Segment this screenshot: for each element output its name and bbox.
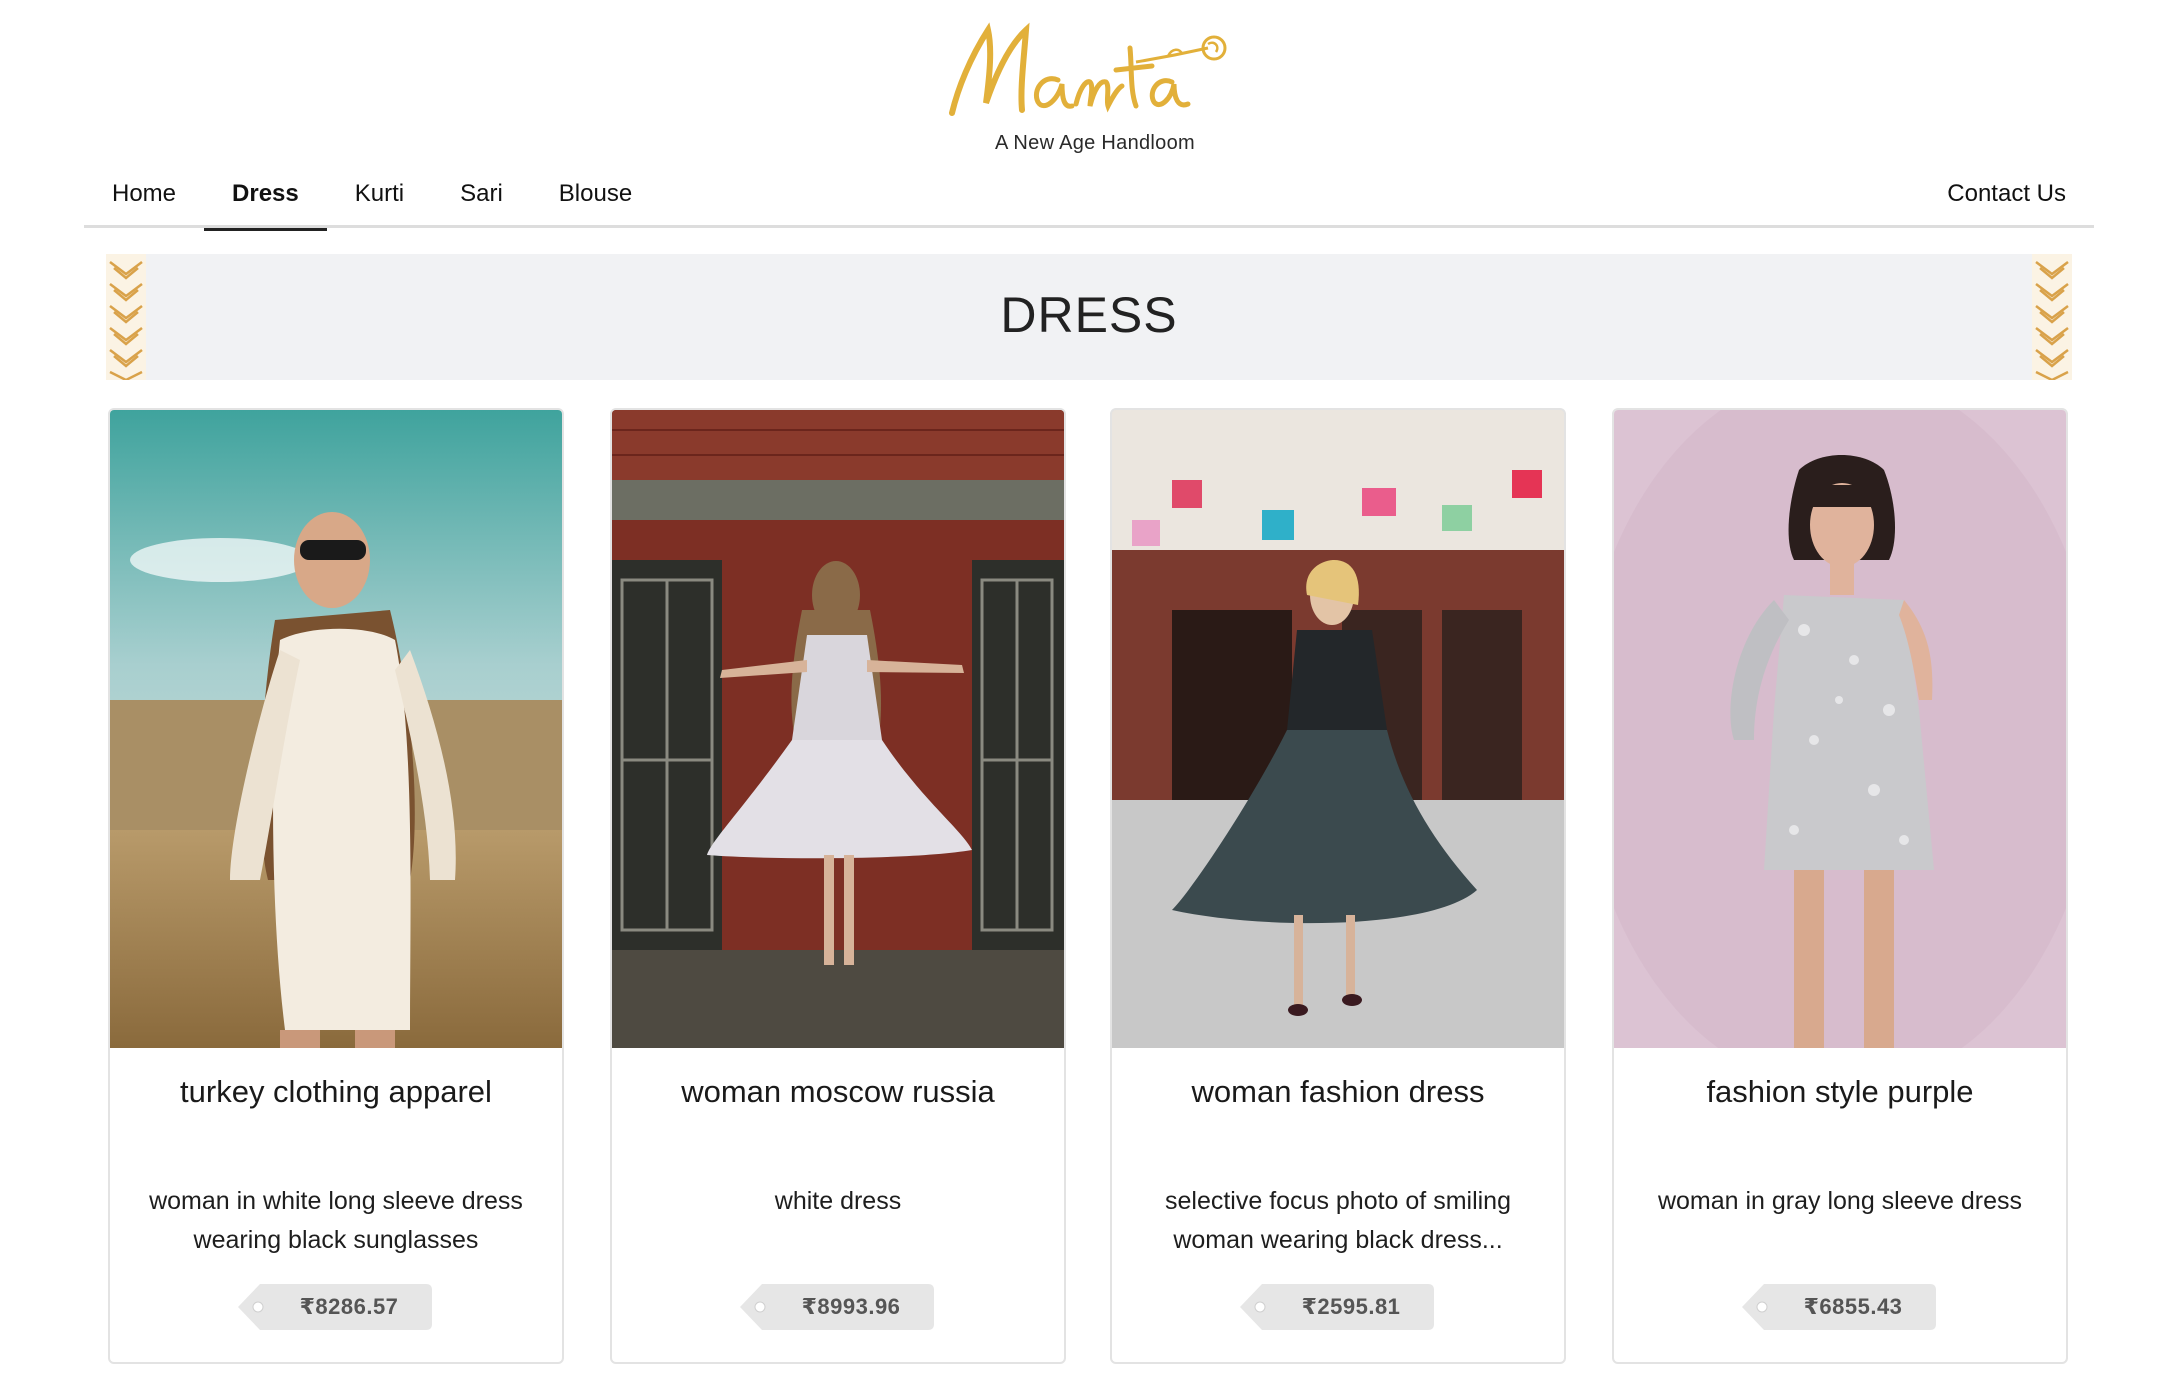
nav-item-dress[interactable]: Dress: [204, 160, 327, 231]
product-image[interactable]: [110, 410, 562, 1048]
nav-item-sari[interactable]: Sari: [432, 160, 531, 228]
product-description: woman in gray long sleeve dress: [1657, 1187, 2023, 1215]
product-card[interactable]: turkey clothing apparel woman in white l…: [108, 408, 564, 1364]
product-price: ₹2595.81: [1301, 1294, 1401, 1319]
product-card[interactable]: woman fashion dress selective focus phot…: [1110, 408, 1566, 1364]
price-tag: ₹2595.81: [1238, 1284, 1434, 1330]
product-description: woman in white long sleeve dress wearing…: [149, 1187, 523, 1254]
product-description: white dress: [774, 1187, 902, 1215]
product-image[interactable]: [1112, 410, 1564, 1048]
product-title[interactable]: fashion style purple: [1614, 1074, 2066, 1110]
main-nav: Home Dress Kurti Sari Blouse Contact Us: [84, 160, 2094, 231]
brand-tagline: A New Age Handloom: [995, 132, 1195, 154]
product-card[interactable]: fashion style purple woman in gray long …: [1612, 408, 2068, 1364]
nav-item-kurti[interactable]: Kurti: [327, 160, 432, 228]
product-image[interactable]: [1614, 410, 2066, 1048]
product-title[interactable]: turkey clothing apparel: [110, 1074, 562, 1110]
category-banner: DRESS: [106, 254, 2072, 380]
banner-pattern-right: [2032, 254, 2072, 380]
price-tag: ₹8993.96: [738, 1284, 934, 1330]
product-price: ₹6855.43: [1803, 1294, 1903, 1319]
brand-logo-script: [949, 22, 1227, 116]
nav-links: Home Dress Kurti Sari Blouse: [84, 160, 660, 231]
product-grid: turkey clothing apparel woman in white l…: [108, 408, 2070, 1364]
price-tag: ₹6855.43: [1740, 1284, 1936, 1330]
product-title[interactable]: woman fashion dress: [1112, 1074, 1564, 1110]
product-card[interactable]: woman moscow russia white dress ₹8993.96: [610, 408, 1066, 1364]
nav-item-blouse[interactable]: Blouse: [531, 160, 660, 228]
page-title: DRESS: [1000, 287, 1178, 343]
product-title[interactable]: woman moscow russia: [612, 1074, 1064, 1110]
nav-item-home[interactable]: Home: [84, 160, 204, 228]
price-tag: ₹8286.57: [236, 1284, 432, 1330]
product-description: selective focus photo of smiling woman w…: [1164, 1187, 1511, 1254]
product-price: ₹8286.57: [299, 1294, 399, 1319]
product-image[interactable]: [612, 410, 1064, 1048]
brand-logo[interactable]: A New Age Handloom: [940, 18, 1240, 163]
product-price: ₹8993.96: [801, 1294, 901, 1319]
nav-item-contact-us[interactable]: Contact Us: [1947, 160, 2066, 228]
